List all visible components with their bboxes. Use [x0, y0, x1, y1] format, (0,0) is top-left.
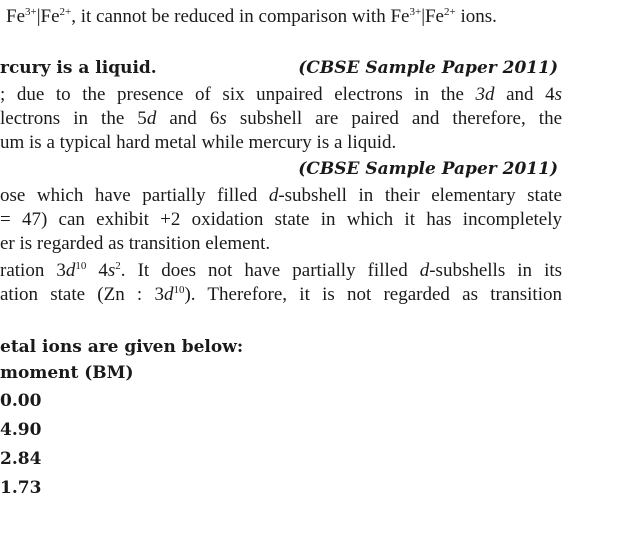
source-reference-2: (CBSE Sample Paper 2011) [298, 159, 558, 179]
answer2-line-1: ose which have partially filled d-subshe… [0, 185, 562, 206]
answer3-line-2: ation state (Zn : 3d10). Therefore, it i… [0, 284, 562, 305]
magnetic-moment-value: 4.90 [0, 420, 42, 440]
column-heading-magnetic-moment: moment (BM) [0, 363, 134, 383]
answer3-line-1: ration 3d10 4s2. It does not have partia… [0, 260, 563, 281]
answer2-line-2: = 47) can exhibit +2 oxidation state in … [0, 209, 562, 230]
source-reference-1: (CBSE Sample Paper 2011) [298, 58, 558, 78]
answer2-line-3: er is regarded as transition element. [0, 233, 271, 254]
question-heading-mercury: rcury is a liquid. [0, 58, 157, 78]
answer-line-3: um is a typical hard metal while mercury… [0, 132, 397, 153]
text-line-1: Fe3+|Fe2+, it cannot be reduced in compa… [6, 6, 497, 27]
magnetic-moment-value: 2.84 [0, 449, 42, 469]
magnetic-moment-value: 0.00 [0, 391, 42, 411]
magnetic-moment-value: 1.73 [0, 478, 42, 498]
answer-line-2: lectrons in the 5d and 6s subshell are p… [0, 108, 562, 129]
answer-line-1: ; due to the presence of six unpaired el… [0, 84, 563, 105]
question-heading-metal-ions: etal ions are given below: [0, 337, 244, 357]
